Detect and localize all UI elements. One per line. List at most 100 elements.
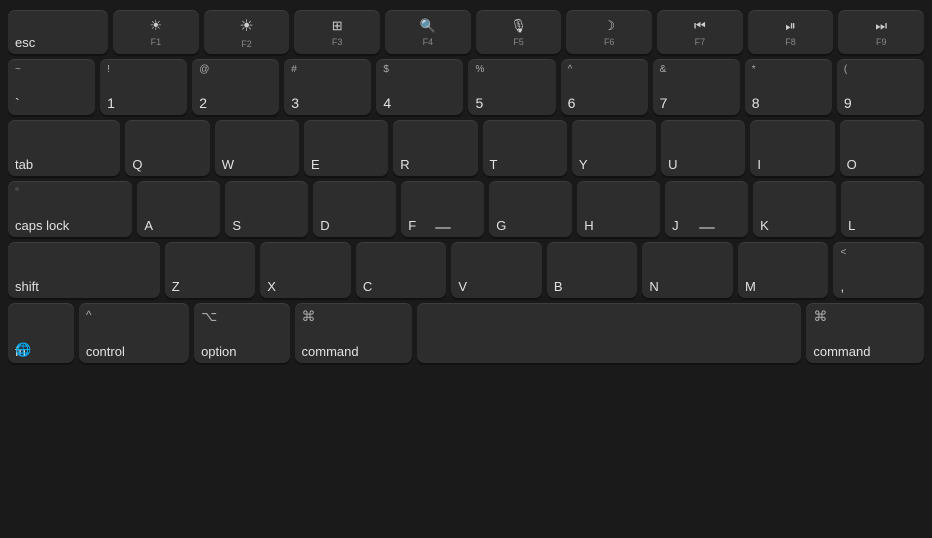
command-label-left: command [302, 345, 359, 358]
option-label: option [201, 345, 236, 358]
3-key[interactable]: # 3 [284, 59, 371, 115]
search-icon: 🔍 [420, 18, 436, 34]
playpause-icon: ⏯ [785, 18, 795, 34]
f3-key[interactable]: ⊞ F3 [294, 10, 380, 54]
f7-key[interactable]: ⏮ F7 [657, 10, 743, 54]
f-key[interactable]: F [401, 181, 484, 237]
rewind-icon: ⏮ [694, 18, 706, 34]
f8-label: F8 [785, 37, 796, 47]
option-symbol-icon: ⌥ [201, 308, 217, 325]
g-key[interactable]: G [489, 181, 572, 237]
star-secondary: * [752, 64, 756, 75]
c-key[interactable]: C [356, 242, 447, 298]
caret-secondary: ^ [568, 64, 573, 75]
control-key[interactable]: ^ control [79, 303, 189, 363]
shift-label: shift [15, 280, 39, 293]
a-key[interactable]: A [137, 181, 220, 237]
f1-label: F1 [151, 37, 162, 47]
7-key[interactable]: & 7 [653, 59, 740, 115]
caps-lock-label: caps lock [15, 219, 69, 232]
fn-row: esc ☀ F1 ☀ F2 ⊞ F3 🔍 F4 🎙 F5 ☽ F6 [8, 10, 924, 54]
r-key[interactable]: R [393, 120, 477, 176]
8-label: 8 [752, 96, 760, 110]
asdf-row: caps lock A S D F G H J K L [8, 181, 924, 237]
caps-lock-key[interactable]: caps lock [8, 181, 132, 237]
s-key[interactable]: S [225, 181, 308, 237]
4-key[interactable]: $ 4 [376, 59, 463, 115]
e-key[interactable]: E [304, 120, 388, 176]
control-label: control [86, 345, 125, 358]
n-key[interactable]: N [642, 242, 733, 298]
5-key[interactable]: % 5 [468, 59, 555, 115]
amp-secondary: & [660, 64, 667, 75]
bottom-row: 🌐 fn ^ control ⌥ option ⌘ command ⌘ comm… [8, 303, 924, 363]
tilde-key[interactable]: ~ ` [8, 59, 95, 115]
j-key[interactable]: J [665, 181, 748, 237]
f7-label: F7 [695, 37, 706, 47]
command-key-right[interactable]: ⌘ command [806, 303, 924, 363]
tab-label: tab [15, 158, 33, 171]
f9-key[interactable]: ⏭ F9 [838, 10, 924, 54]
hash-secondary: # [291, 64, 297, 75]
v-key[interactable]: V [451, 242, 542, 298]
h-key[interactable]: H [577, 181, 660, 237]
k-key[interactable]: K [753, 181, 836, 237]
d-key[interactable]: D [313, 181, 396, 237]
j-bump [699, 227, 715, 229]
u-key[interactable]: U [661, 120, 745, 176]
f6-key[interactable]: ☽ F6 [566, 10, 652, 54]
tab-key[interactable]: tab [8, 120, 120, 176]
esc-label: esc [15, 36, 35, 49]
f4-label: F4 [423, 37, 434, 47]
q-key[interactable]: Q [125, 120, 209, 176]
f4-key[interactable]: 🔍 F4 [385, 10, 471, 54]
zxcv-row: shift Z X C V B N M < , [8, 242, 924, 298]
z-key[interactable]: Z [165, 242, 256, 298]
2-label: 2 [199, 96, 207, 110]
esc-key[interactable]: esc [8, 10, 108, 54]
2-key[interactable]: @ 2 [192, 59, 279, 115]
f2-key[interactable]: ☀ F2 [204, 10, 290, 54]
f1-key[interactable]: ☀ F1 [113, 10, 199, 54]
w-key[interactable]: W [215, 120, 299, 176]
spacebar-key[interactable] [417, 303, 801, 363]
x-key[interactable]: X [260, 242, 351, 298]
globe-icon: 🌐 [15, 342, 31, 358]
command-label-right: command [813, 345, 870, 358]
f5-label: F5 [513, 37, 524, 47]
command-symbol-left-icon: ⌘ [302, 308, 316, 325]
mic-icon: 🎙 [510, 18, 527, 34]
m-key[interactable]: M [738, 242, 829, 298]
i-key[interactable]: I [750, 120, 834, 176]
9-key[interactable]: ( 9 [837, 59, 924, 115]
6-label: 6 [568, 96, 576, 110]
comma-key[interactable]: < , [833, 242, 924, 298]
fastforward-icon: ⏭ [875, 18, 887, 34]
dollar-secondary: $ [383, 64, 389, 75]
o-key[interactable]: O [840, 120, 924, 176]
l-key[interactable]: L [841, 181, 924, 237]
fn-key[interactable]: 🌐 fn [8, 303, 74, 363]
6-key[interactable]: ^ 6 [561, 59, 648, 115]
t-key[interactable]: T [483, 120, 567, 176]
shift-key[interactable]: shift [8, 242, 160, 298]
b-key[interactable]: B [547, 242, 638, 298]
tilde-secondary: ~ [15, 64, 21, 75]
y-key[interactable]: Y [572, 120, 656, 176]
3-label: 3 [291, 96, 299, 110]
f5-key[interactable]: 🎙 F5 [476, 10, 562, 54]
option-key-left[interactable]: ⌥ option [194, 303, 289, 363]
f3-label: F3 [332, 37, 343, 47]
f8-key[interactable]: ⏯ F8 [748, 10, 834, 54]
at-secondary: @ [199, 64, 209, 75]
brightness-down-icon: ☀ [150, 17, 163, 34]
control-arrow-icon: ^ [86, 308, 92, 322]
brightness-up-icon: ☀ [239, 16, 253, 36]
8-key[interactable]: * 8 [745, 59, 832, 115]
1-label: 1 [107, 96, 115, 110]
percent-secondary: % [475, 64, 484, 75]
1-key[interactable]: ! 1 [100, 59, 187, 115]
command-key-left[interactable]: ⌘ command [295, 303, 413, 363]
lt-secondary: < [840, 247, 846, 258]
moon-icon: ☽ [603, 18, 615, 34]
